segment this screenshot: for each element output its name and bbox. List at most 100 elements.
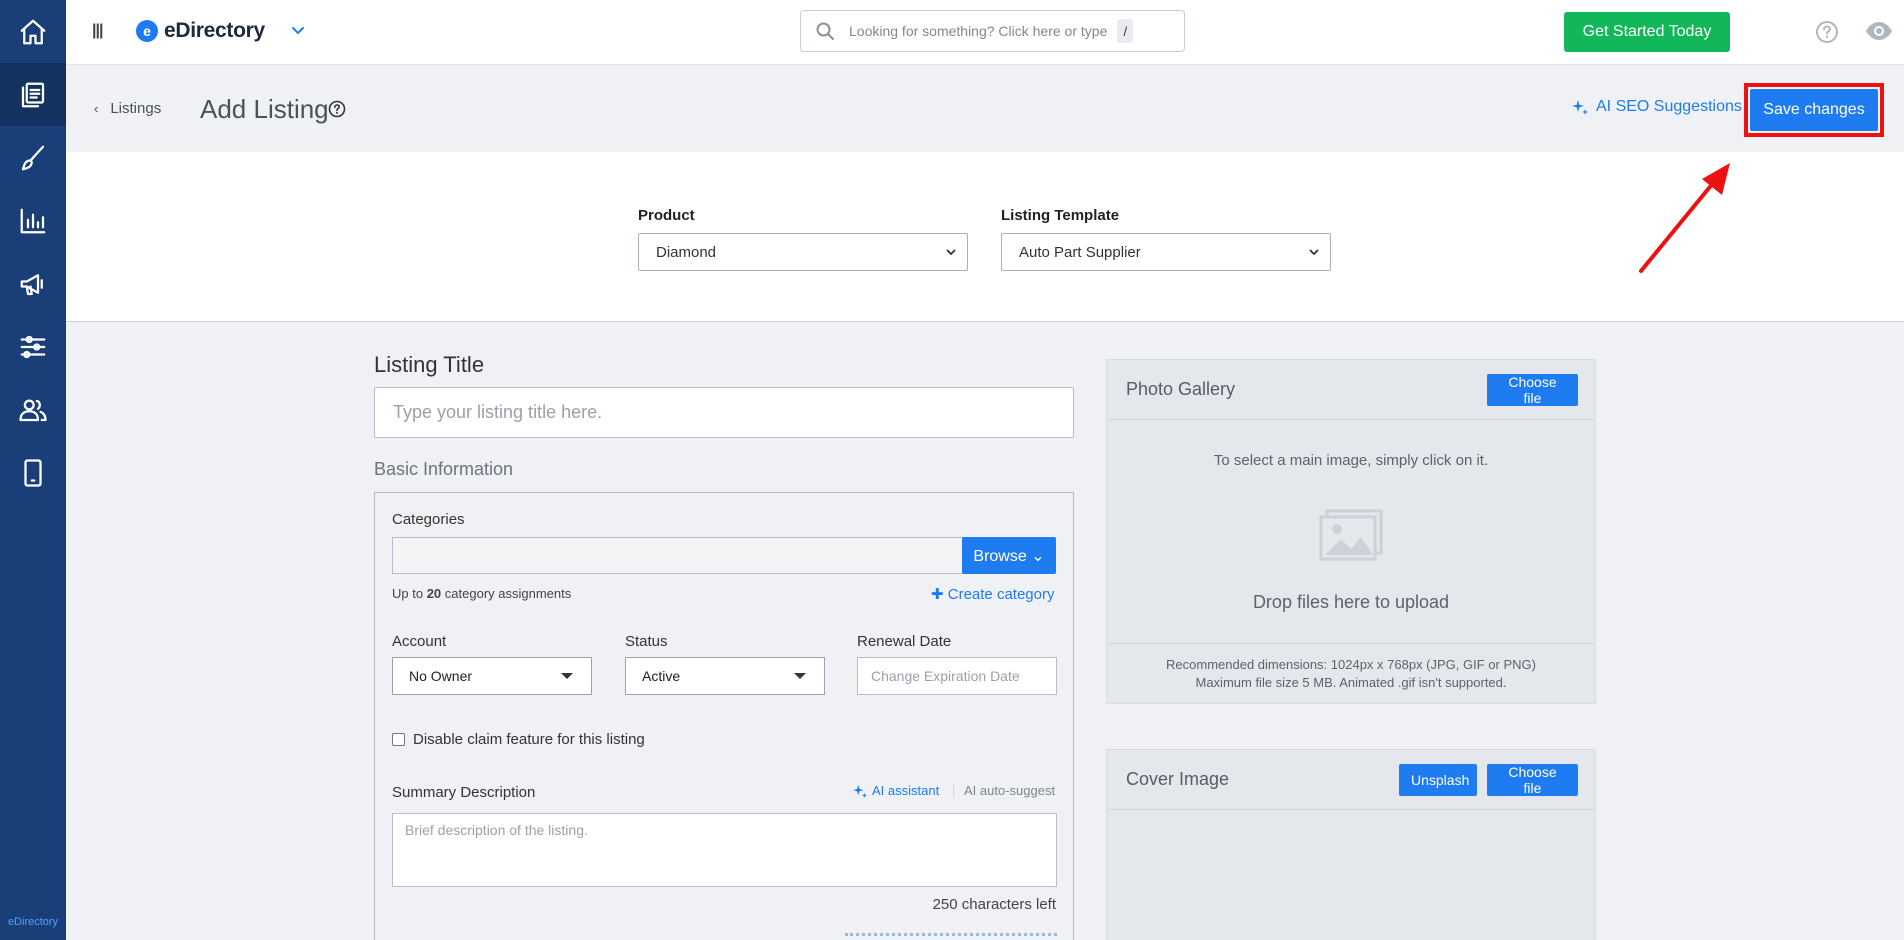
- renewal-date-input[interactable]: Change Expiration Date: [857, 657, 1057, 695]
- chevron-down-icon[interactable]: [290, 22, 306, 38]
- chevron-down-icon: [1309, 249, 1319, 256]
- upto-suffix: category assignments: [444, 586, 572, 601]
- search-input[interactable]: Looking for something? Click here or typ…: [849, 23, 1107, 39]
- megaphone-icon: [20, 273, 43, 295]
- search-shortcut-key: /: [1117, 19, 1134, 43]
- status-value: Active: [642, 668, 681, 684]
- summary-textarea[interactable]: Brief description of the listing.: [392, 813, 1057, 887]
- gallery-requirements-line1: Recommended dimensions: 1024px x 768px (…: [1166, 657, 1536, 672]
- photo-gallery-title: Photo Gallery: [1126, 379, 1236, 399]
- disable-claim-checkbox[interactable]: [392, 733, 405, 746]
- breadcrumb-label: Listings: [110, 100, 162, 117]
- cover-image-header: Cover Image Unsplash Choose file: [1107, 750, 1595, 810]
- browse-button[interactable]: Browse ⌄: [962, 537, 1056, 574]
- ai-assistant-link[interactable]: AI assistant: [853, 783, 939, 798]
- sidebar-item-content[interactable]: [0, 63, 66, 126]
- listing-title-input[interactable]: Type your listing title here.: [374, 387, 1074, 438]
- product-field: Product Diamond: [638, 207, 968, 271]
- categories-label: Categories: [392, 511, 465, 528]
- page-title: Add Listing: [200, 94, 329, 124]
- left-sidebar: eDirectory: [0, 0, 66, 940]
- help-circle-icon[interactable]: [328, 100, 346, 118]
- drop-zone-label[interactable]: Drop files here to upload: [1107, 592, 1595, 613]
- photo-gallery-header: Photo Gallery Choose file: [1107, 360, 1595, 420]
- photo-gallery-panel: Photo Gallery Choose file To select a ma…: [1106, 359, 1596, 704]
- get-started-button[interactable]: Get Started Today: [1564, 12, 1730, 52]
- cover-choose-file-button[interactable]: Choose file: [1487, 764, 1578, 796]
- gallery-requirements: Recommended dimensions: 1024px x 768px (…: [1107, 643, 1595, 704]
- gallery-hint: To select a main image, simply click on …: [1213, 452, 1489, 469]
- logo[interactable]: e eDirectory: [136, 19, 265, 43]
- page-header: ‹ Listings Add Listing AI SEO Suggestion…: [66, 65, 1904, 152]
- account-value: No Owner: [409, 668, 473, 684]
- divider: |: [952, 783, 956, 798]
- browse-label: Browse: [973, 547, 1027, 565]
- account-label: Account: [392, 633, 447, 650]
- cut-off-link: [845, 933, 1057, 937]
- disable-claim-option[interactable]: Disable claim feature for this listing: [392, 731, 645, 748]
- annotation-arrow: [1639, 163, 1730, 273]
- listing-title-label: Listing Title: [374, 352, 485, 377]
- listing-form: Listing Title Type your listing title he…: [374, 352, 1074, 940]
- category-limit-text: Up to 20 category assignments: [392, 586, 571, 601]
- chart-icon: [20, 208, 46, 233]
- gallery-requirements-line2: Maximum file size 5 MB. Animated .gif is…: [1195, 675, 1507, 690]
- template-select[interactable]: Auto Part Supplier: [1001, 233, 1331, 271]
- sliders-icon: [20, 335, 46, 358]
- ai-autosuggest-link[interactable]: AI auto-suggest: [964, 783, 1055, 798]
- sidebar-brand[interactable]: eDirectory: [0, 916, 66, 928]
- template-label: Listing Template: [1001, 207, 1120, 224]
- users-icon: [19, 399, 47, 421]
- create-category-label: Create category: [947, 586, 1055, 603]
- disable-claim-label: Disable claim feature for this listing: [413, 731, 645, 748]
- sidebar-item-home[interactable]: [0, 0, 66, 63]
- cover-image-panel: Cover Image Unsplash Choose file: [1106, 749, 1596, 940]
- search-icon: [816, 22, 834, 40]
- menu-icon[interactable]: |||: [92, 22, 103, 40]
- logo-mark: e: [136, 20, 158, 42]
- create-category-link[interactable]: ✚ Create category: [931, 585, 1054, 603]
- chars-left-counter: 250 characters left: [932, 896, 1056, 913]
- plus-icon: ✚: [931, 586, 944, 603]
- sparkle-icon: [853, 784, 867, 798]
- upto-count: 20: [426, 586, 442, 601]
- product-band: Product Diamond Listing Template Auto Pa…: [66, 152, 1904, 322]
- sidebar-item-mobile[interactable]: [0, 441, 66, 504]
- sidebar-item-users[interactable]: [0, 378, 66, 441]
- sidebar-item-settings[interactable]: [0, 315, 66, 378]
- save-highlight-box: Save changes: [1744, 83, 1884, 137]
- help-icon[interactable]: [1815, 20, 1839, 44]
- upto-prefix: Up to: [392, 586, 424, 601]
- sidebar-item-marketing[interactable]: [0, 252, 66, 315]
- status-label: Status: [625, 633, 668, 650]
- basic-info-box: Categories Browse ⌄ Up to 20 category as…: [374, 492, 1074, 940]
- chevron-down-icon: ⌄: [1031, 547, 1045, 565]
- chevron-down-icon: [946, 249, 956, 256]
- eye-icon[interactable]: [1865, 21, 1893, 41]
- cover-image-title: Cover Image: [1126, 769, 1230, 789]
- summary-label: Summary Description: [392, 784, 536, 801]
- save-changes-button[interactable]: Save changes: [1750, 89, 1878, 131]
- breadcrumb-back-link[interactable]: ‹ Listings: [94, 100, 161, 117]
- product-select[interactable]: Diamond: [638, 233, 968, 271]
- sidebar-item-reports[interactable]: [0, 189, 66, 252]
- ai-seo-suggestions-link[interactable]: AI SEO Suggestions: [1572, 98, 1742, 116]
- renewal-date-label: Renewal Date: [857, 633, 952, 650]
- status-select[interactable]: Active: [625, 657, 825, 695]
- ai-seo-label: AI SEO Suggestions: [1596, 98, 1742, 115]
- categories-input[interactable]: [392, 537, 964, 574]
- template-select-value: Auto Part Supplier: [1019, 243, 1141, 261]
- product-label: Product: [638, 207, 695, 224]
- phone-icon: [24, 458, 42, 487]
- account-select[interactable]: No Owner: [392, 657, 592, 695]
- ai-assistant-label: AI assistant: [872, 783, 940, 798]
- unsplash-button[interactable]: Unsplash: [1399, 764, 1477, 796]
- product-select-value: Diamond: [656, 243, 717, 261]
- caret-down-icon: [561, 673, 573, 679]
- gallery-choose-file-button[interactable]: Choose file: [1487, 374, 1578, 406]
- brush-icon: [21, 145, 45, 170]
- search-bar[interactable]: Looking for something? Click here or typ…: [800, 10, 1185, 52]
- sidebar-item-design[interactable]: [0, 126, 66, 189]
- logo-text: eDirectory: [164, 19, 265, 42]
- caret-down-icon: [794, 673, 806, 679]
